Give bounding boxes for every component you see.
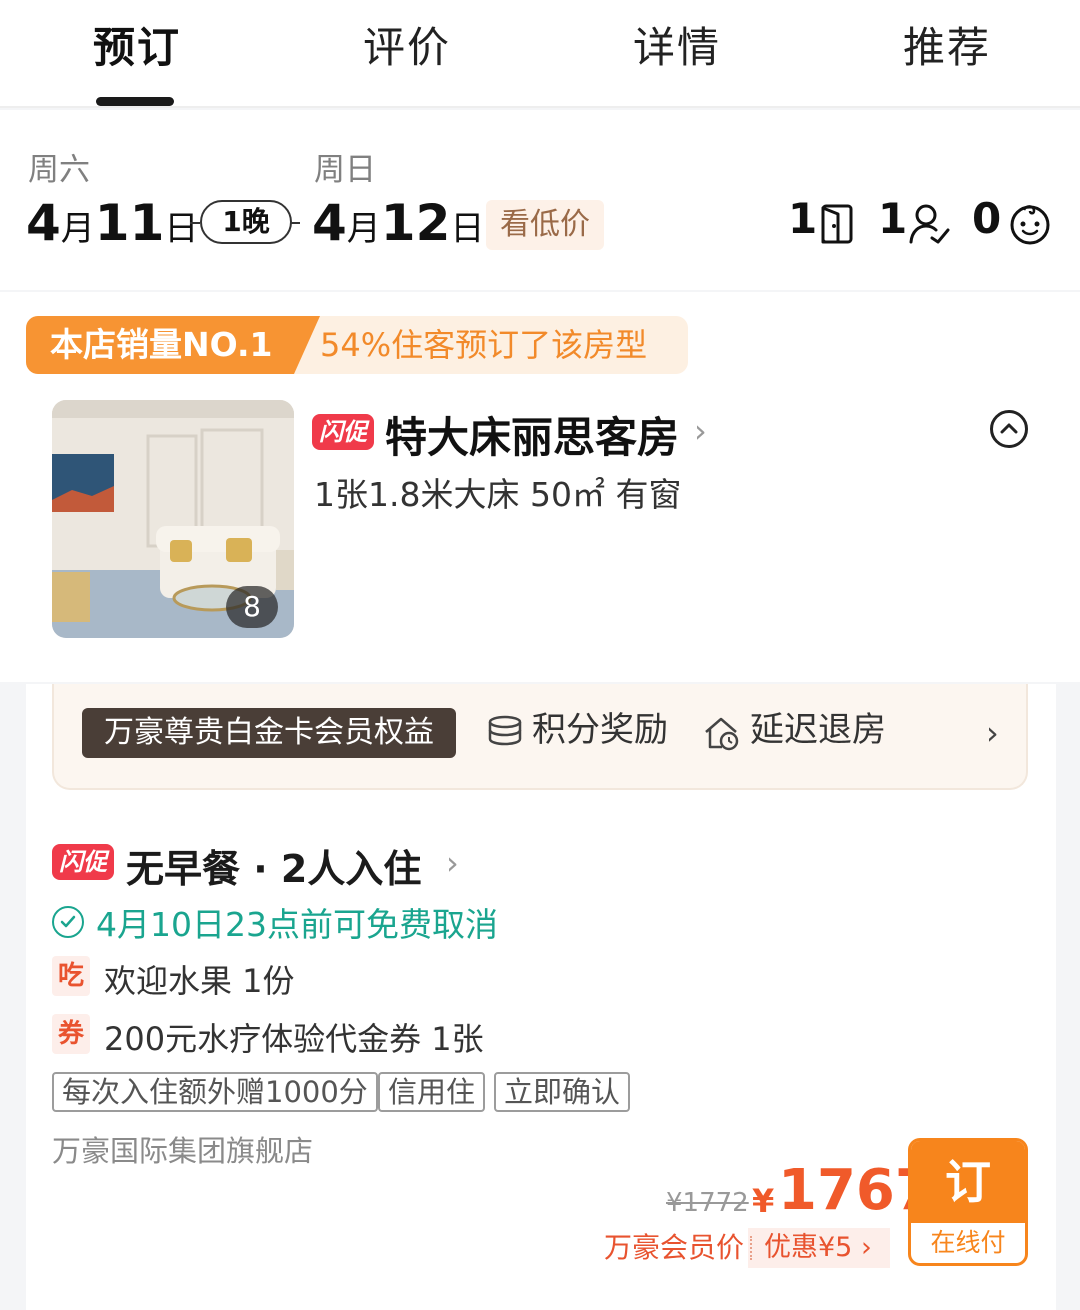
discount-divider [750, 1236, 752, 1260]
flash-sale-tag: 闪促 [52, 844, 114, 880]
coupon-icon: 券 [52, 1014, 90, 1054]
badge-arrow [294, 316, 320, 374]
active-tab-indicator [96, 97, 174, 106]
nights-connector-right [290, 222, 300, 224]
book-button[interactable]: 订 在线付 [908, 1138, 1028, 1266]
coins-icon [488, 715, 522, 746]
chevron-right-icon: › [694, 412, 707, 450]
day-unit: 日 [164, 209, 199, 249]
hotel-booking-screen: 预订 评价 详情 推荐 周六 4月11日 1晚 周日 4月12日 看低价 1 1 [0, 0, 1080, 1310]
checkout-month: 4 [312, 194, 347, 252]
adult-count[interactable]: 1 [878, 194, 907, 243]
tag-instant-confirm: 立即确认 [494, 1072, 631, 1112]
collapse-button[interactable] [990, 410, 1028, 448]
low-price-button[interactable]: 看低价 [486, 200, 604, 250]
check-mark [60, 915, 76, 928]
rate-plan-card[interactable]: 万豪尊贵白金卡会员权益 积分奖励 延迟退房 › 闪促 无早餐 · 2人入住 › … [26, 684, 1056, 1310]
room-name[interactable]: 特大床丽思客房 [385, 404, 679, 465]
child-count[interactable]: 0 [972, 194, 1001, 243]
currency-symbol: ¥ [752, 1182, 775, 1220]
food-icon: 吃 [52, 956, 90, 996]
tab-booking[interactable]: 预订 [93, 14, 181, 75]
perk-late-checkout: 延迟退房 [750, 710, 886, 750]
adult-icon [909, 204, 950, 244]
checkin-date[interactable]: 4月11日 [26, 194, 198, 252]
door-icon [821, 204, 853, 244]
checkin-weekday: 周六 [28, 152, 90, 188]
tag-bonus-points: 每次入住额外赠1000分 [52, 1072, 378, 1112]
chevron-right-icon: › [986, 714, 999, 752]
tab-recommend[interactable]: 推荐 [903, 14, 991, 75]
gift-spa-voucher: 200元水疗体验代金券 1张 [104, 1020, 484, 1058]
tab-details[interactable]: 详情 [633, 14, 721, 75]
day-unit: 日 [450, 209, 485, 249]
flash-sale-tag: 闪促 [312, 414, 374, 450]
pay-online-label: 在线付 [930, 1228, 1006, 1257]
tab-reviews[interactable]: 评价 [363, 14, 451, 75]
checkout-day: 12 [380, 194, 451, 252]
seller-name: 万豪国际集团旗舰店 [52, 1134, 314, 1168]
booking-share-note: 54%住客预订了该房型 [320, 326, 648, 364]
sales-badge-row: 本店销量NO.1 54%住客预订了该房型 [26, 316, 688, 374]
discount-badge[interactable]: 优惠¥5 › [748, 1228, 890, 1268]
sales-rank-badge: 本店销量NO.1 [26, 316, 294, 374]
room-photo[interactable]: 8 [52, 400, 294, 638]
member-tier-badge: 万豪尊贵白金卡会员权益 [82, 708, 456, 758]
discount-amount: 优惠¥5 [764, 1232, 853, 1263]
rate-title[interactable]: 无早餐 · 2人入住 [126, 838, 421, 893]
month-unit: 月 [346, 209, 381, 249]
checkin-month: 4 [26, 194, 61, 252]
perk-points: 积分奖励 [532, 710, 668, 750]
checkout-weekday: 周日 [314, 152, 376, 188]
gift-welcome-fruit: 欢迎水果 1份 [104, 962, 295, 1000]
photo-count-badge: 8 [226, 586, 278, 628]
tag-credit-stay: 信用住 [378, 1072, 486, 1112]
house-clock-icon [705, 717, 739, 751]
nights-count: 1晚 [200, 200, 292, 244]
member-price-label: 万豪会员价 [604, 1231, 745, 1264]
check-circle-icon [52, 906, 84, 938]
chevron-up-icon [1000, 423, 1018, 434]
room-count[interactable]: 1 [788, 194, 817, 243]
room-card[interactable]: 本店销量NO.1 54%住客预订了该房型 8 闪促 特大床丽思客房 › 1张1.… [0, 292, 1080, 682]
cancellation-policy: 4月10日23点前可免费取消 [96, 905, 498, 944]
original-price: ¥1772 [666, 1188, 749, 1218]
member-benefits-bar[interactable]: 万豪尊贵白金卡会员权益 积分奖励 延迟退房 › [52, 684, 1028, 790]
tab-bar: 预订 评价 详情 推荐 [0, 0, 1080, 108]
child-icon [1010, 205, 1050, 245]
checkin-day: 11 [94, 194, 165, 252]
book-label: 订 [911, 1141, 1025, 1223]
chevron-right-icon: › [446, 844, 459, 882]
month-unit: 月 [60, 209, 95, 249]
nights-connector-left [190, 222, 200, 224]
room-spec: 1张1.8米大床 50㎡ 有窗 [314, 475, 682, 514]
stay-selector[interactable]: 周六 4月11日 1晚 周日 4月12日 看低价 1 1 0 [0, 110, 1080, 290]
checkout-date[interactable]: 4月12日 [312, 194, 484, 252]
